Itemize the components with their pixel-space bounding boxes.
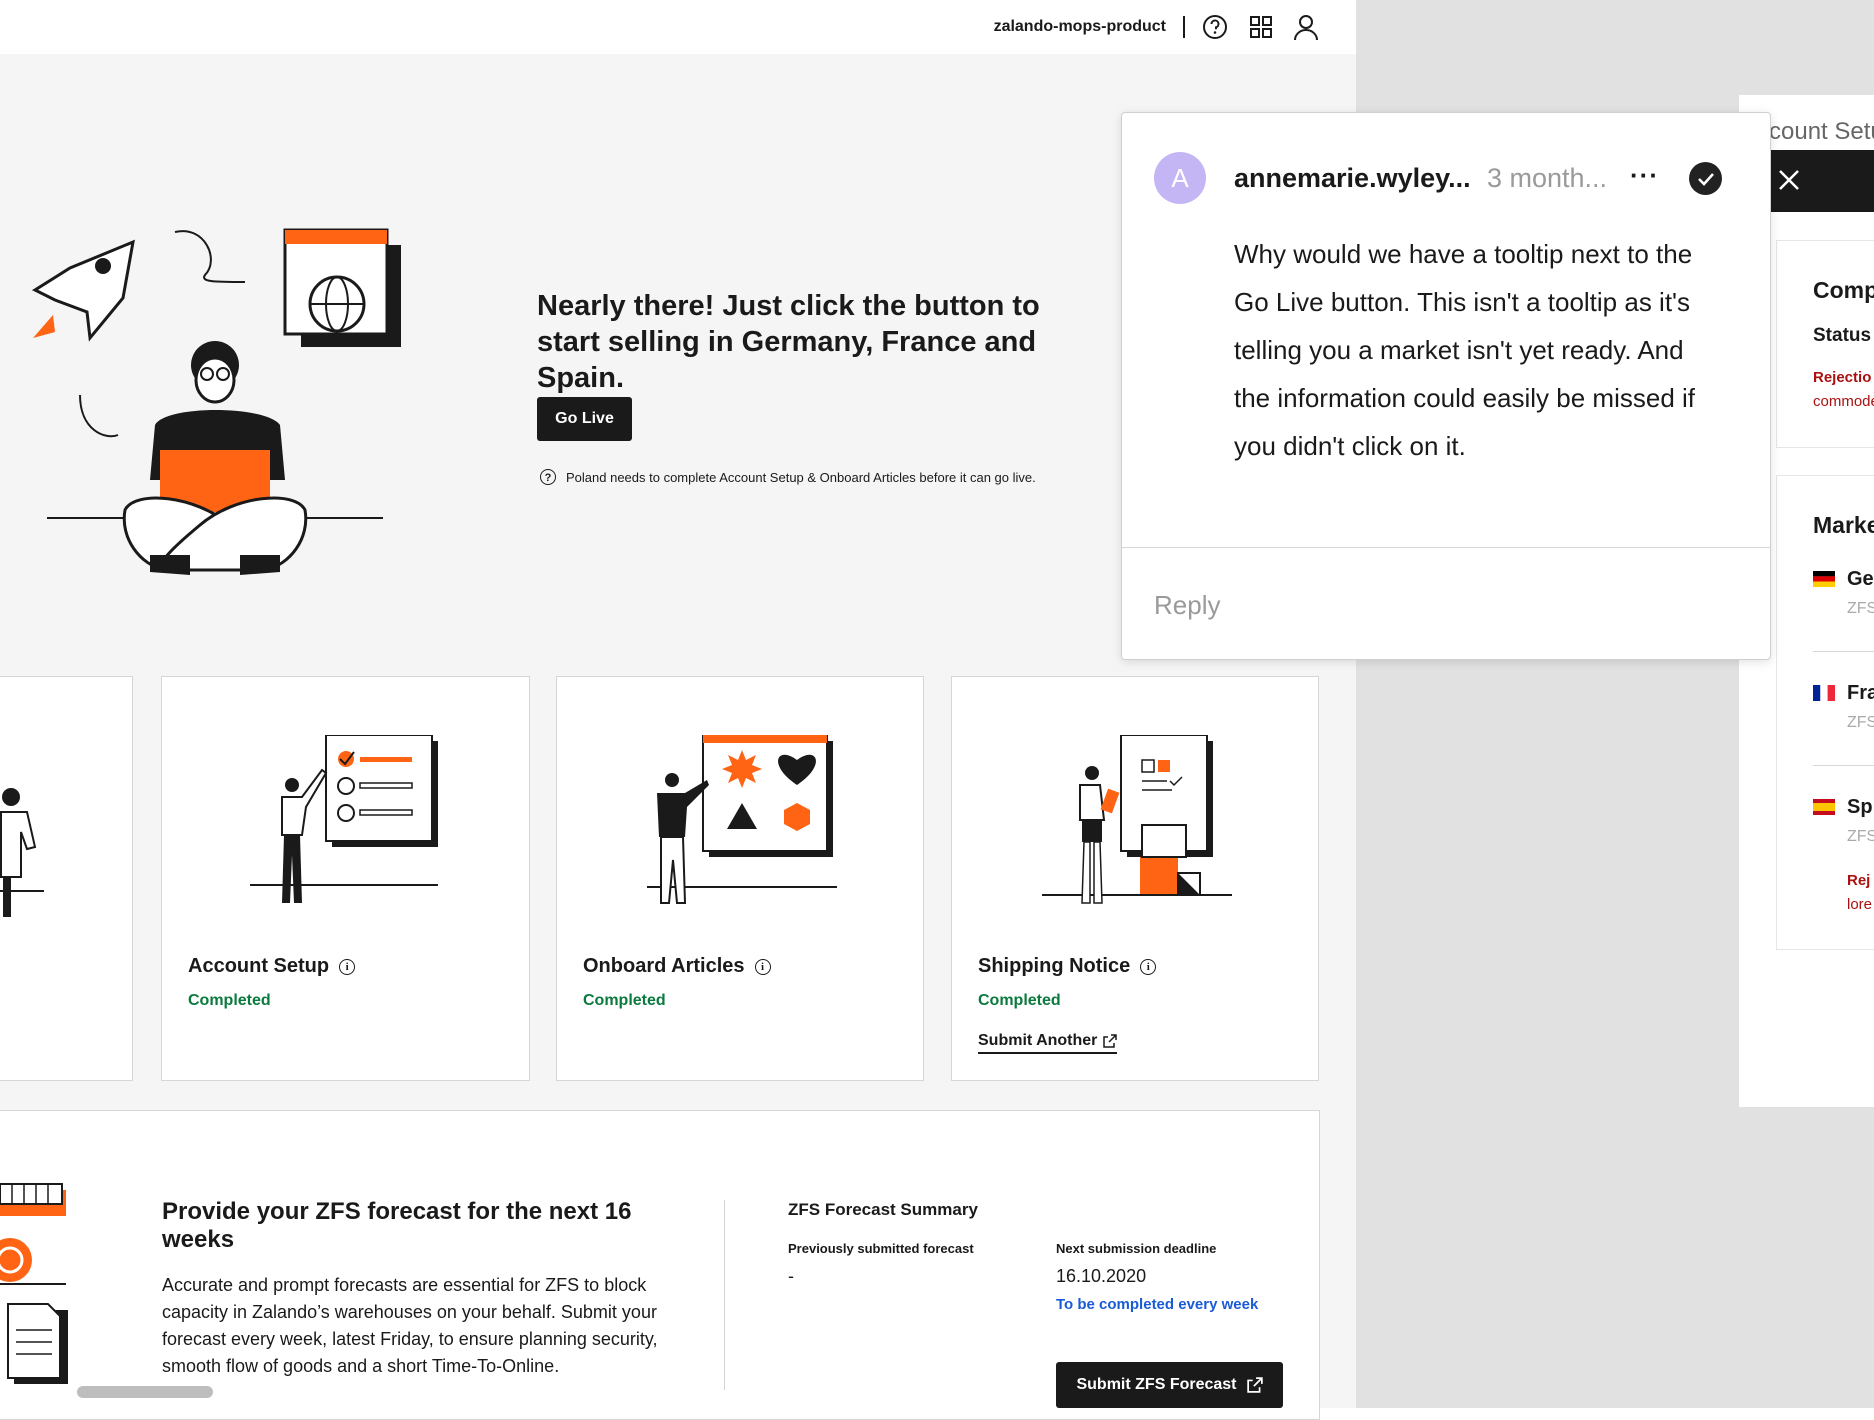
forecast-illustration: [0, 1183, 68, 1384]
info-icon[interactable]: i: [1140, 958, 1157, 975]
partial-card-illustration: [0, 788, 44, 917]
next-deadline-label: Next submission deadline: [1056, 1241, 1217, 1256]
submit-another-link[interactable]: Submit Another: [978, 1032, 1118, 1054]
france-flag-icon: [1813, 685, 1835, 701]
shipping-notice-illustration: [1042, 735, 1232, 904]
comment-body: Why would we have a tooltip next to the …: [1234, 239, 1696, 461]
side-section-title: Comp: [1813, 277, 1874, 303]
resolve-check-icon[interactable]: [1689, 162, 1722, 195]
side-status-card: Comp Status Rejectio commode: [1776, 240, 1874, 448]
user-icon[interactable]: [1292, 13, 1320, 41]
info-icon[interactable]: i: [339, 958, 356, 975]
market-sub: ZFS: [1847, 828, 1874, 845]
reply-input[interactable]: [1154, 590, 1734, 621]
checkmark-icon: [1698, 173, 1714, 186]
card-status: Completed: [188, 992, 271, 1009]
card-status: Completed: [978, 992, 1061, 1009]
go-live-hint-text: Poland needs to complete Account Setup &…: [566, 469, 1036, 485]
market-sub: ZFS: [1847, 600, 1874, 617]
forecast-divider: [724, 1200, 725, 1390]
market-name[interactable]: Ge: [1847, 568, 1874, 591]
market-sub: ZFS: [1847, 714, 1874, 731]
market-name[interactable]: Sp: [1847, 796, 1873, 819]
project-name[interactable]: zalando-mops-product: [994, 18, 1166, 36]
side-markets-card: Marke Ge ZFS Fra ZFS Sp ZFS Rej lore: [1776, 475, 1874, 950]
forecast-description: Accurate and prompt forecasts are essent…: [162, 1275, 658, 1376]
submit-zfs-forecast-button[interactable]: Submit ZFS Forecast: [1056, 1362, 1283, 1408]
card-title: Account Setup i: [188, 955, 356, 978]
deadline-note: To be completed every week: [1056, 1296, 1259, 1313]
market-rejection-label: Rej: [1847, 872, 1871, 889]
market-rejection-text: lore: [1847, 896, 1873, 913]
card-shipping-notice[interactable]: Shipping Notice i Completed Submit Anoth…: [951, 676, 1319, 1081]
previous-forecast-value: -: [788, 1266, 794, 1286]
topbar-divider: [1183, 16, 1185, 38]
question-icon[interactable]: ?: [540, 469, 556, 485]
hero-title: Nearly there! Just click the button to s…: [537, 290, 1040, 394]
horizontal-scrollbar[interactable]: [77, 1386, 213, 1398]
side-rejection-text: commode: [1813, 393, 1874, 410]
apps-grid-icon[interactable]: [1247, 13, 1275, 41]
card-onboard-articles[interactable]: Onboard Articles i Completed: [556, 676, 924, 1081]
side-drawer-title: count Setu: [1769, 118, 1874, 145]
market-name[interactable]: Fra: [1847, 682, 1874, 705]
spain-flag-icon: [1813, 799, 1835, 815]
top-bar: zalando-mops-product: [0, 0, 1356, 54]
close-icon[interactable]: [1777, 168, 1801, 192]
avatar: A: [1154, 152, 1206, 204]
comment-author: annemarie.wyley...: [1234, 163, 1471, 193]
hero-illustration: [31, 228, 401, 575]
market-divider: [1813, 765, 1874, 766]
account-setup-illustration: [250, 735, 438, 903]
more-options-icon[interactable]: ···: [1630, 160, 1659, 191]
comment-timestamp: 3 month...: [1487, 163, 1608, 193]
forecast-title: Provide your ZFS forecast for the next 1…: [162, 1198, 632, 1253]
go-live-hint: ? Poland needs to complete Account Setup…: [540, 469, 1036, 485]
card-partial: [0, 676, 133, 1081]
market-divider: [1813, 651, 1874, 652]
card-status: Completed: [583, 992, 666, 1009]
external-link-icon: [1103, 1034, 1118, 1048]
card-account-setup[interactable]: Account Setup i Completed: [161, 676, 530, 1081]
comment-divider: [1122, 547, 1770, 548]
go-live-button[interactable]: Go Live: [537, 397, 632, 441]
side-status-label: Status: [1813, 325, 1872, 346]
external-link-icon: [1246, 1377, 1263, 1393]
germany-flag-icon: [1813, 571, 1835, 587]
forecast-summary-title: ZFS Forecast Summary: [788, 1200, 978, 1219]
onboard-articles-illustration: [647, 735, 837, 904]
help-icon[interactable]: [1201, 13, 1229, 41]
info-icon[interactable]: i: [754, 958, 771, 975]
side-markets-title: Marke: [1813, 512, 1874, 538]
side-rejection-label: Rejectio: [1813, 369, 1872, 386]
previous-forecast-label: Previously submitted forecast: [788, 1241, 974, 1256]
card-title: Shipping Notice i: [978, 955, 1157, 978]
card-title: Onboard Articles i: [583, 955, 771, 978]
next-deadline-value: 16.10.2020: [1056, 1266, 1147, 1286]
